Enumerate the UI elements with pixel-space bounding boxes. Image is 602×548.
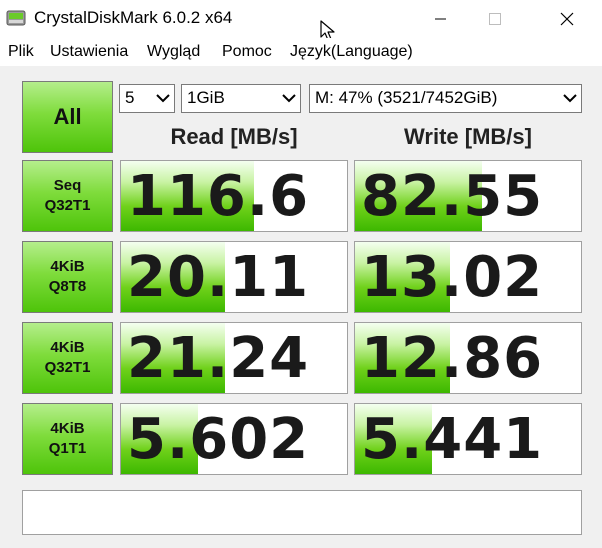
read-header: Read [MB/s] xyxy=(170,124,298,149)
test-count-value: 5 xyxy=(125,88,135,107)
read-value: 116.6 xyxy=(127,164,310,229)
maximize-icon xyxy=(489,13,501,25)
test-label-line1: 4KiB xyxy=(50,339,85,356)
test-size-select[interactable]: 1GiB xyxy=(181,84,301,113)
comment-input[interactable] xyxy=(22,490,582,535)
menu-language[interactable]: Język(Language) xyxy=(290,43,413,61)
chevron-down-icon xyxy=(282,94,296,103)
4kib-q32t1-button[interactable]: 4KiB Q32T1 xyxy=(22,322,113,394)
write-value: 5.441 xyxy=(361,407,544,472)
4kib-q32t1-write-result: 12.86 xyxy=(354,322,582,394)
menu-theme[interactable]: Wygląd xyxy=(147,43,200,61)
close-button[interactable] xyxy=(544,0,590,38)
menu-help[interactable]: Pomoc xyxy=(222,43,272,61)
4kib-q8t8-write-result: 13.02 xyxy=(354,241,582,313)
seq-q32t1-read-result: 116.6 xyxy=(120,160,348,232)
test-label-line2: Q32T1 xyxy=(44,197,91,214)
menu-file[interactable]: Plik xyxy=(8,43,34,61)
title-bar: CrystalDiskMark 6.0.2 x64 xyxy=(0,0,602,41)
drive-value: M: 47% (3521/7452GiB) xyxy=(315,88,498,107)
chevron-down-icon xyxy=(563,94,577,103)
chevron-down-icon xyxy=(156,94,170,103)
write-value: 13.02 xyxy=(361,245,544,310)
test-label-line1: Seq xyxy=(53,177,82,194)
read-value: 21.24 xyxy=(127,326,310,391)
read-value: 20.11 xyxy=(127,245,310,310)
test-label-line2: Q32T1 xyxy=(44,359,91,376)
4kib-q32t1-read-result: 21.24 xyxy=(120,322,348,394)
disk-icon xyxy=(6,10,26,26)
read-value: 5.602 xyxy=(127,407,310,472)
menu-bar: Plik Ustawienia Wygląd Pomoc Język(Langu… xyxy=(0,38,602,66)
test-label-line2: Q1T1 xyxy=(48,440,87,457)
4kib-q1t1-read-result: 5.602 xyxy=(120,403,348,475)
4kib-q1t1-write-result: 5.441 xyxy=(354,403,582,475)
maximize-button[interactable] xyxy=(472,0,518,38)
minimize-button[interactable] xyxy=(418,0,464,38)
all-button[interactable]: All xyxy=(22,81,113,153)
close-icon xyxy=(560,12,574,26)
test-label-line1: 4KiB xyxy=(50,420,85,437)
write-value: 12.86 xyxy=(361,326,544,391)
test-size-value: 1GiB xyxy=(187,88,225,107)
menu-settings[interactable]: Ustawienia xyxy=(50,43,128,61)
drive-select[interactable]: M: 47% (3521/7452GiB) xyxy=(309,84,582,113)
seq-q32t1-button[interactable]: Seq Q32T1 xyxy=(22,160,113,232)
4kib-q8t8-button[interactable]: 4KiB Q8T8 xyxy=(22,241,113,313)
window-title: CrystalDiskMark 6.0.2 x64 xyxy=(34,8,233,27)
write-value: 82.55 xyxy=(361,164,544,229)
seq-q32t1-write-result: 82.55 xyxy=(354,160,582,232)
main-panel: All 5 1GiB M: 47% (3521/7452GiB) Read [M… xyxy=(0,66,602,548)
4kib-q1t1-button[interactable]: 4KiB Q1T1 xyxy=(22,403,113,475)
test-label-line2: Q8T8 xyxy=(48,278,87,295)
4kib-q8t8-read-result: 20.11 xyxy=(120,241,348,313)
minimize-icon xyxy=(435,18,446,20)
write-header: Write [MB/s] xyxy=(404,124,532,149)
test-label-line1: 4KiB xyxy=(50,258,85,275)
test-count-select[interactable]: 5 xyxy=(119,84,175,113)
